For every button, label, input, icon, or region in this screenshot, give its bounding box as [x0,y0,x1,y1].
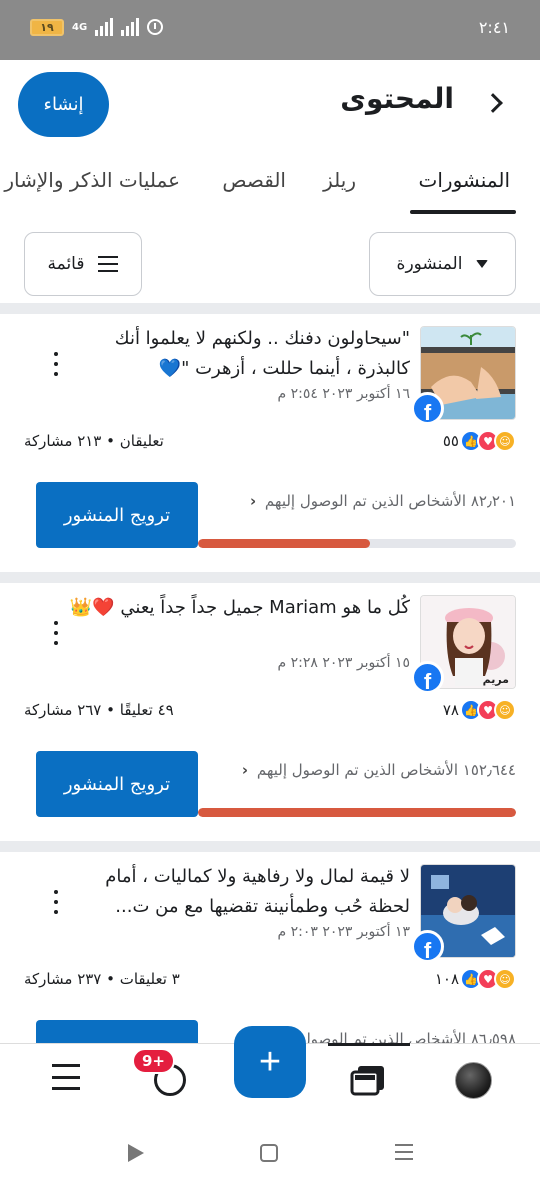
chevron-left-icon: ‹ [249,492,257,510]
reactions-summary[interactable]: ١٠٨ 👍 ♥ ☺ [435,968,516,990]
post-text[interactable]: كُل ما هو Mariam جميل جداً جداً يعني ❤️👑 [60,593,410,623]
reach-progress-bar [198,539,516,548]
post-text[interactable]: "سيحاولون دفنك .. ولكنهم لا يعلموا أنك ك… [60,324,410,384]
reaction-icons: 👍 ♥ ☺ [460,968,516,990]
reach-label: ٨٢٫٢٠١ الأشخاص الذين تم الوصول إليهم [264,492,516,510]
active-nav-indicator [328,1043,410,1046]
clock: ٢:٤١ [478,18,510,37]
post-date: ١٦ أكتوبر ٢٠٢٣ ٢:٥٤ م [277,386,410,402]
system-home-icon[interactable] [260,1144,278,1162]
reach-progress-bar [198,808,516,817]
back-chevron-icon[interactable] [483,93,503,113]
system-back-icon[interactable] [128,1144,144,1162]
active-tab-indicator [410,210,516,214]
reaction-count: ٧٨ [442,701,459,719]
facebook-icon: f [411,930,444,963]
post-date: ١٥ أكتوبر ٢٠٢٣ ٢:٢٨ م [277,655,410,671]
system-recents-icon[interactable] [395,1144,413,1160]
tab-stories[interactable]: القصص [222,168,286,192]
engagement-stats[interactable]: ٤٩ تعليقًا • ٢٦٧ مشاركة [24,701,174,719]
tab-posts[interactable]: المنشورات [419,168,510,192]
reach-progress-fill [198,539,370,548]
care-icon: ☺ [494,430,516,452]
reaction-count: ١٠٨ [434,970,459,988]
engagement-stats[interactable]: تعليقان • ٢١٣ مشاركة [24,432,164,450]
status-icons: ١٩ 4G [30,18,164,36]
promote-post-button[interactable]: ترويج المنشور [36,751,198,817]
profile-avatar[interactable] [455,1062,492,1099]
facebook-icon: f [411,661,444,694]
reach-stats[interactable]: ٨٢٫٢٠١ الأشخاص الذين تم الوصول إليهم ‹ [250,492,516,510]
signal-2-icon [121,18,140,36]
care-icon: ☺ [494,968,516,990]
more-options-icon[interactable] [53,621,59,645]
chevron-left-icon: ‹ [241,761,249,779]
care-icon: ☺ [494,699,516,721]
post-date: ١٣ أكتوبر ٢٠٢٣ ٢:٠٣ م [277,924,410,940]
reach-progress-fill [198,808,516,817]
status-filter-dropdown[interactable]: المنشورة [369,232,516,296]
reaction-icons: 👍 ♥ ☺ [460,430,516,452]
reaction-count: ٥٥ [442,432,459,450]
status-filter-label: المنشورة [396,254,463,274]
reaction-icons: 👍 ♥ ☺ [460,699,516,721]
create-button[interactable]: إنشاء [18,72,109,137]
tab-reels[interactable]: ريلز [323,168,356,192]
status-bar: ١٩ 4G ٢:٤١ [0,0,540,60]
divider [0,572,540,583]
reach-label: ١٥٢٫٦٤٤ الأشخاص الذين تم الوصول إليهم [256,761,516,779]
post-card[interactable]: مريم f كُل ما هو Mariam جميل جداً جداً ي… [0,583,540,845]
content-pages-icon[interactable] [350,1064,386,1096]
list-icon [98,256,119,272]
tab-mentions[interactable]: عمليات الذكر والإشار [4,168,180,192]
network-label: 4G [72,21,88,33]
engagement-stats[interactable]: ٣ تعليقات • ٢٣٧ مشاركة [24,970,180,988]
divider [0,303,540,314]
reactions-summary[interactable]: ٥٥ 👍 ♥ ☺ [443,430,516,452]
promote-post-button[interactable]: ترويج المنشور [36,482,198,548]
page-title: المحتوى [340,82,454,115]
more-options-icon[interactable] [53,352,59,376]
thumbnail-caption: مريم [482,673,509,686]
list-view-button[interactable]: قائمة [24,232,142,296]
divider [0,841,540,852]
list-view-label: قائمة [47,254,85,274]
create-fab-button[interactable]: + [234,1026,306,1098]
reactions-summary[interactable]: ٧٨ 👍 ♥ ☺ [443,699,516,721]
system-navigation-bar [0,1118,540,1188]
facebook-icon: f [411,392,444,425]
menu-icon[interactable] [52,1064,80,1090]
more-options-icon[interactable] [53,890,59,914]
post-text[interactable]: لا قيمة لمال ولا رفاهية ولا كماليات ، أم… [60,862,410,922]
reach-stats[interactable]: ١٥٢٫٦٤٤ الأشخاص الذين تم الوصول إليهم ‹ [242,761,516,779]
signal-icon [95,18,114,36]
notification-badge: 9+ [132,1048,176,1074]
content-header: إنشاء المحتوى المنشورات ريلز القصص عمليا… [0,60,540,315]
battery-icon: ١٩ [30,18,64,36]
post-card[interactable]: f "سيحاولون دفنك .. ولكنهم لا يعلموا أنك… [0,314,540,576]
caret-down-icon [476,260,489,268]
content-tabs: المنشورات ريلز القصص عمليات الذكر والإشا… [0,160,540,216]
alarm-icon [147,19,164,35]
bottom-navigation: 9+ + [0,1026,540,1118]
